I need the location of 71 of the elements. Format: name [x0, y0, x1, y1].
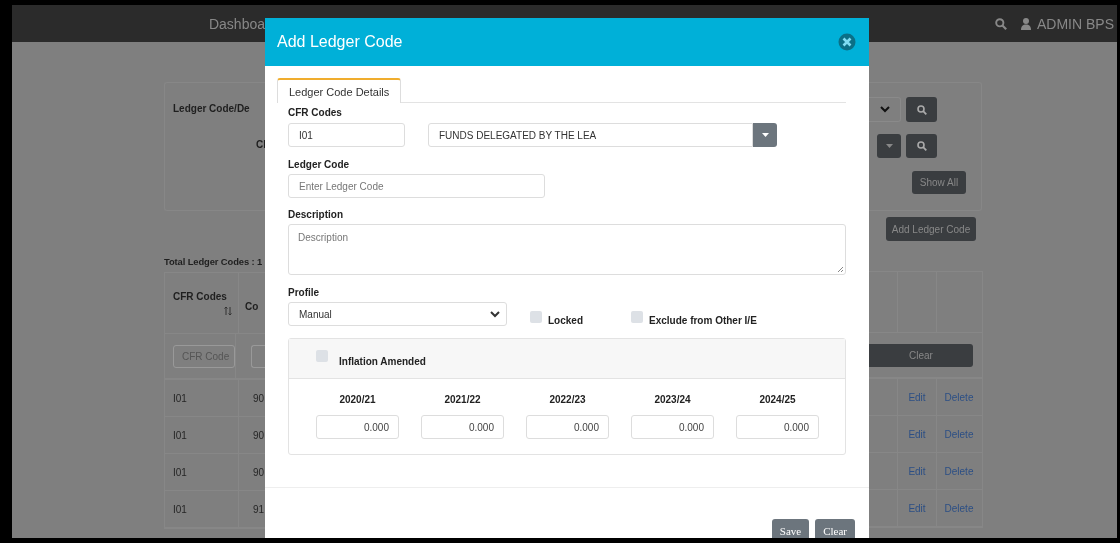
edit-link[interactable]: Edit	[908, 428, 926, 440]
caret-icon	[761, 133, 769, 137]
checkbox[interactable]	[316, 350, 328, 362]
field-label: Ledger Code	[288, 159, 351, 172]
checkbox-label: Inflation Amended	[339, 356, 426, 367]
ledger-type-field[interactable]: I01	[288, 123, 405, 147]
filter-label: Cl	[256, 139, 265, 150]
amount-field[interactable]: 0.000	[736, 415, 819, 439]
nav-link[interactable]: Dashboa	[208, 15, 265, 32]
save-button[interactable]: Save	[771, 519, 810, 538]
table-cell: 90	[253, 392, 265, 404]
checkbox-label: Locked	[548, 314, 583, 326]
dropdown-button[interactable]	[877, 134, 901, 158]
table-cell: I01	[173, 466, 187, 478]
filter-label: Ledger Code/De	[173, 103, 251, 114]
edit-link[interactable]: Edit	[908, 391, 926, 403]
column-header[interactable]: CFR Codes	[173, 291, 232, 302]
close-icon[interactable]	[838, 33, 856, 51]
checkbox-label: Exclude from Other I/E	[649, 314, 757, 326]
delete-link[interactable]: Delete	[944, 391, 974, 403]
search-icon	[995, 17, 1007, 30]
checkbox[interactable]	[530, 310, 542, 323]
column-header[interactable]: Co	[245, 301, 259, 312]
cfr-name-field[interactable]: FUNDS DELEGATED BY THE LEA	[428, 123, 753, 147]
table-cell: I01	[173, 429, 187, 441]
search-icon	[916, 141, 927, 151]
amount-field[interactable]: 0.000	[421, 415, 504, 439]
year-label: 2022/23	[549, 394, 586, 405]
chevron-icon	[490, 310, 500, 318]
edit-link[interactable]: Edit	[908, 465, 926, 477]
field-label: Description	[288, 209, 344, 222]
year-label: 2023/24	[654, 394, 691, 405]
dropdown-button[interactable]	[753, 123, 777, 147]
add-ledger-code-button[interactable]: Add Ledger Code	[886, 217, 976, 241]
search-button[interactable]	[906, 97, 937, 122]
amount-field[interactable]: 0.000	[631, 415, 714, 439]
table-cell: 91	[253, 503, 265, 515]
ledger-code-field[interactable]: Enter Ledger Code	[288, 174, 545, 198]
amount-field[interactable]: 0.000	[526, 415, 609, 439]
user-icon[interactable]	[1021, 17, 1031, 30]
total-count: Total Ledger Codes : 1	[164, 256, 264, 267]
tab[interactable]: Ledger Code Details	[277, 78, 402, 103]
table-cell: 90	[253, 429, 265, 441]
clear-button[interactable]: Clear	[815, 519, 855, 538]
user-name[interactable]: ADMIN BPS	[1037, 15, 1114, 32]
caret-icon	[885, 144, 893, 148]
select-field[interactable]	[869, 97, 901, 122]
description-field[interactable]: Description	[288, 224, 846, 275]
clear-button[interactable]: Clear	[869, 343, 973, 367]
search-icon	[916, 104, 927, 115]
table-cell: I01	[173, 392, 187, 404]
modal-title: Add Ledger Code	[277, 33, 403, 51]
year-label: 2020/21	[339, 394, 376, 405]
edit-link[interactable]: Edit	[908, 502, 926, 514]
delete-link[interactable]: Delete	[944, 502, 974, 514]
show-all-button[interactable]: Show All	[912, 171, 966, 194]
field-label: Profile	[288, 287, 321, 300]
amount-field[interactable]: 0.000	[316, 415, 399, 439]
search-button[interactable]	[906, 134, 937, 158]
profile-select[interactable]: Manual	[288, 302, 507, 326]
year-label: 2021/22	[444, 394, 481, 405]
chevron-icon	[879, 106, 890, 113]
year-label: 2024/25	[759, 394, 796, 405]
delete-link[interactable]: Delete	[944, 465, 974, 477]
resize-grip-icon[interactable]	[837, 266, 844, 273]
delete-link[interactable]: Delete	[944, 428, 974, 440]
checkbox[interactable]	[631, 310, 643, 323]
sort-icon[interactable]	[224, 306, 232, 316]
table-cell: I01	[173, 503, 187, 515]
table-cell: 90	[253, 466, 265, 478]
field-label: CFR Codes	[288, 107, 343, 120]
